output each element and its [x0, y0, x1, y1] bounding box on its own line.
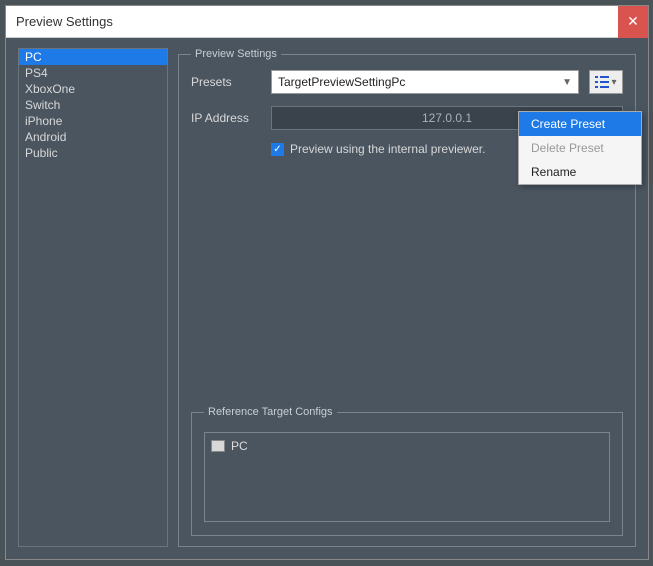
target-item-android[interactable]: Android	[19, 129, 167, 145]
target-item-iphone[interactable]: iPhone	[19, 113, 167, 129]
monitor-icon	[211, 440, 225, 452]
presets-row: Presets TargetPreviewSettingPc ▼ ▾	[191, 70, 623, 94]
reference-list[interactable]: PC	[204, 432, 610, 522]
ip-label: IP Address	[191, 111, 261, 125]
reference-item-pc[interactable]: PC	[211, 439, 603, 453]
presets-context-menu: Create Preset Delete Preset Rename	[518, 111, 642, 185]
list-icon	[595, 76, 609, 88]
target-item-public[interactable]: Public	[19, 145, 167, 161]
titlebar: Preview Settings ✕	[6, 6, 648, 38]
chevron-down-icon: ▼	[562, 77, 572, 88]
preview-settings-legend: Preview Settings	[191, 48, 281, 60]
targets-list[interactable]: PC PS4 XboxOne Switch iPhone Android Pub…	[18, 48, 168, 547]
presets-value: TargetPreviewSettingPc	[278, 75, 405, 89]
internal-previewer-label: Preview using the internal previewer.	[290, 142, 485, 156]
menu-item-create-preset[interactable]: Create Preset	[519, 112, 641, 136]
presets-dropdown[interactable]: TargetPreviewSettingPc ▼	[271, 70, 579, 94]
reference-item-label: PC	[231, 439, 248, 453]
close-icon: ✕	[627, 13, 639, 30]
preview-settings-dialog: Preview Settings ✕ PC PS4 XboxOne Switch…	[5, 5, 649, 560]
window-title: Preview Settings	[16, 14, 113, 29]
target-item-xboxone[interactable]: XboxOne	[19, 81, 167, 97]
menu-item-delete-preset: Delete Preset	[519, 136, 641, 160]
presets-label: Presets	[191, 75, 261, 89]
menu-item-rename[interactable]: Rename	[519, 160, 641, 184]
chevron-down-icon: ▾	[611, 77, 616, 88]
reference-fieldset: Reference Target Configs PC	[191, 406, 623, 536]
presets-menu-button[interactable]: ▾	[589, 70, 623, 94]
reference-legend: Reference Target Configs	[204, 406, 337, 418]
target-item-pc[interactable]: PC	[19, 49, 167, 65]
target-item-switch[interactable]: Switch	[19, 97, 167, 113]
close-button[interactable]: ✕	[618, 6, 648, 38]
internal-previewer-checkbox[interactable]: ✓	[271, 143, 284, 156]
target-item-ps4[interactable]: PS4	[19, 65, 167, 81]
